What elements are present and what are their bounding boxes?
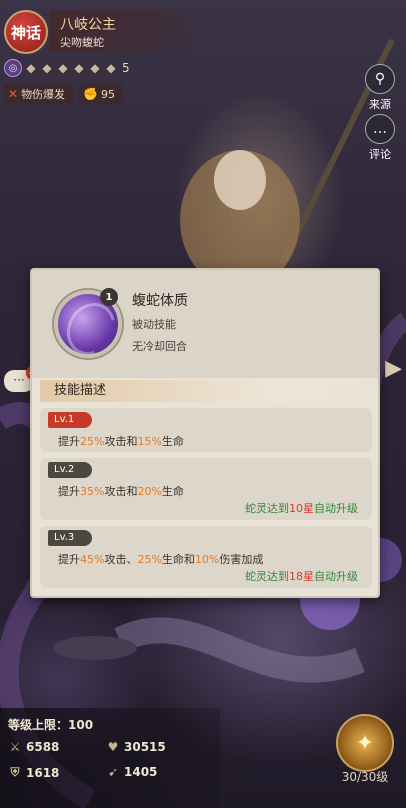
star-icon: ◆: [74, 61, 84, 75]
attack-value: 6588: [26, 740, 60, 754]
location-pin-icon: ⚲: [365, 64, 395, 94]
skill-description-title: 技能描述: [40, 380, 372, 402]
sword-icon: ⚔: [9, 740, 21, 754]
upgrade-level-count: 30/30级: [341, 770, 389, 784]
upgrade-button[interactable]: ✦: [336, 714, 394, 772]
awaken-ring-icon: ◎: [4, 59, 22, 77]
hp-stat: ♥ 30515: [106, 740, 166, 754]
defense-stat: ⛨ 1618: [8, 765, 59, 780]
level-effect: 提升35%攻击和20%生命: [58, 485, 184, 498]
level-tag: Lv.3: [48, 530, 92, 546]
boot-icon: ➹: [107, 765, 119, 779]
shield-icon: ⛨: [10, 765, 20, 779]
power-value: 95: [101, 87, 116, 101]
name-plate: 八岐公主 尖吻蝮蛇: [50, 10, 190, 52]
source-label: 来源: [369, 98, 391, 111]
hero-header: 神话 八岐公主 尖吻蝮蛇: [0, 0, 190, 54]
next-arrow-icon[interactable]: ▶: [385, 356, 402, 381]
source-button[interactable]: ⚲ 来源: [360, 64, 400, 112]
compass-star-icon: ✦: [355, 730, 375, 756]
skill-cooldown: 无冷却回合: [132, 340, 187, 353]
trait-row: ✕ 物伤爆发 ✊ 95: [4, 84, 124, 104]
comment-label: 评论: [369, 148, 391, 161]
skill-type: 被动技能: [132, 318, 176, 331]
fist-icon: ✊: [83, 87, 99, 101]
star-icon: ◆: [26, 61, 36, 75]
skill-level-card: Lv.3 提升45%攻击、25%生命和10%伤害加成 蛇灵达到18星自动升级: [40, 526, 372, 588]
speed-value: 1405: [124, 765, 158, 779]
speed-stat: ➹ 1405: [106, 765, 157, 779]
level-requirement: 蛇灵达到10星自动升级: [245, 502, 358, 515]
hp-value: 30515: [124, 740, 166, 754]
skill-popup: 1 蝮蛇体质 被动技能 无冷却回合 技能描述 Lv.1 提升25%攻击和15%生…: [30, 268, 380, 598]
level-effect: 提升45%攻击、25%生命和10%伤害加成: [58, 553, 264, 566]
power-tag[interactable]: ✊ 95: [79, 84, 124, 104]
star-icon: ◆: [42, 61, 52, 75]
star-level: 5: [122, 61, 130, 75]
trait-label: 物伤爆发: [21, 88, 66, 101]
crossed-swords-icon: ✕: [8, 87, 19, 101]
defense-value: 1618: [26, 765, 60, 780]
skill-name: 蝮蛇体质: [132, 293, 188, 309]
comment-button[interactable]: … 评论: [360, 114, 400, 162]
skill-index-badge: 1: [100, 288, 118, 306]
level-effect: 提升25%攻击和15%生命: [58, 435, 184, 448]
heart-icon: ♥: [107, 740, 119, 754]
trait-tag[interactable]: ✕ 物伤爆发: [4, 84, 74, 104]
level-tag: Lv.2: [48, 462, 92, 478]
star-icon: ◆: [58, 61, 68, 75]
chat-icon: …: [365, 114, 395, 144]
rarity-badge: 神话: [4, 10, 48, 54]
star-icon: ◆: [106, 61, 116, 75]
hero-name: 八岐公主: [60, 17, 116, 33]
level-requirement: 蛇灵达到18星自动升级: [245, 570, 358, 583]
skill-level-card: Lv.2 提升35%攻击和20%生命 蛇灵达到10星自动升级: [40, 458, 372, 520]
star-rating: ◎ ◆ ◆ ◆ ◆ ◆ ◆ 5: [4, 58, 130, 78]
skill-level-card: Lv.1 提升25%攻击和15%生命: [40, 408, 372, 452]
star-icon: ◆: [90, 61, 100, 75]
level-cap: 等级上限：100: [8, 718, 94, 732]
level-tag: Lv.1: [48, 412, 92, 428]
hero-subtitle: 尖吻蝮蛇: [60, 36, 104, 49]
attack-stat: ⚔ 6588: [8, 740, 60, 754]
